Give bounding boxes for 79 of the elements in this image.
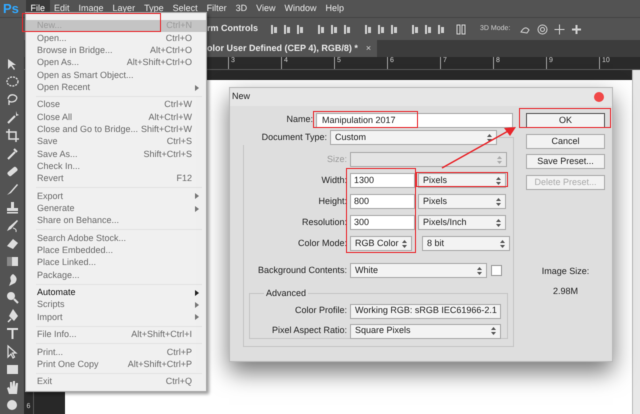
shortcut-label: Ctrl+S xyxy=(166,135,192,148)
field-label: Pixel Aspect Ratio: xyxy=(270,324,347,338)
menu-item[interactable]: Close Ctrl+W xyxy=(26,98,206,112)
menu-item[interactable]: Print... Ctrl+P xyxy=(26,346,206,359)
menu-item[interactable]: Import xyxy=(26,311,206,324)
input-field[interactable]: 1300 xyxy=(350,173,415,188)
field-label: Size: xyxy=(326,152,347,166)
dropdown[interactable]: Pixels xyxy=(418,194,506,209)
dialog-button[interactable]: Cancel xyxy=(526,134,605,148)
shortcut-label: Ctrl+O xyxy=(166,32,192,45)
shortcut-label: F12 xyxy=(176,172,192,186)
field-label: Width: xyxy=(320,174,347,187)
close-button[interactable]: × xyxy=(366,42,372,56)
dialog-title: New xyxy=(232,90,250,104)
shortcut-label: Alt+Shift+Ctrl+I xyxy=(131,328,192,342)
input-field[interactable]: 300 xyxy=(350,215,415,230)
shortcut-label: Alt+Shift+Ctrl+O xyxy=(126,56,192,70)
shortcut-label: Ctrl+W xyxy=(164,98,192,112)
input-field[interactable]: 800 xyxy=(350,194,415,209)
shortcut-label: Ctrl+P xyxy=(166,346,192,359)
shortcut-label: Shift+Ctrl+W xyxy=(140,122,192,136)
dropdown[interactable]: RGB Color xyxy=(350,236,412,251)
menu-item[interactable]: 3D xyxy=(231,0,252,17)
shortcut-label: Alt+Shift+Ctrl+P xyxy=(128,358,192,371)
menu-item[interactable]: Open Recent xyxy=(26,81,206,94)
menu-item[interactable]: Package... xyxy=(26,269,206,282)
shortcut-label: Shift+Ctrl+S xyxy=(143,148,192,161)
app-logo: Ps xyxy=(2,2,20,15)
options-label: rm Controls xyxy=(207,22,258,36)
menu-item[interactable]: Close All Alt+Ctrl+W xyxy=(26,111,206,124)
menu-item[interactable]: Save As... Shift+Ctrl+S xyxy=(26,148,206,160)
menu-item[interactable]: Filter xyxy=(202,0,232,17)
menu-item[interactable]: Check In... xyxy=(26,160,206,173)
field-label: Name: xyxy=(285,113,313,126)
dropdown[interactable]: Working RGB: sRGB IEC61966-2.1 xyxy=(350,304,501,318)
dropdown[interactable]: Square Pixels xyxy=(350,324,501,338)
menu-item[interactable]: Revert F12 xyxy=(26,172,206,186)
tab-title: olor User Defined (CEP 4), RGB/8) * xyxy=(207,42,358,55)
menu-item[interactable]: Generate xyxy=(26,202,206,215)
input-field[interactable]: Manipulation 2017 xyxy=(316,112,513,128)
document-tab[interactable]: olor User Defined (CEP 4), RGB/8) * × xyxy=(207,40,378,57)
menu-item[interactable]: Share on Behance... xyxy=(26,214,206,228)
menu-item[interactable]: Print One Copy Alt+Shift+Ctrl+P xyxy=(26,358,206,371)
field-label: Height: xyxy=(317,194,347,208)
dropdown[interactable]: Custom xyxy=(330,130,497,145)
menu-item[interactable]: Open... Ctrl+O xyxy=(26,32,206,45)
menu-item[interactable]: File Info... Alt+Shift+Ctrl+I xyxy=(26,328,206,342)
dropdown[interactable]: Pixels xyxy=(418,173,506,188)
shortcut-label: Ctrl+Q xyxy=(166,375,192,388)
menu-item[interactable]: Export xyxy=(26,190,206,203)
menu-item[interactable]: Save Ctrl+S xyxy=(26,136,206,148)
menu-item[interactable]: Place Linked... xyxy=(26,256,206,270)
field-label: Color Mode: xyxy=(296,236,347,250)
menu-item[interactable]: View xyxy=(252,0,280,17)
shortcut-label: Alt+Ctrl+O xyxy=(150,44,192,57)
dropdown[interactable]: 8 bit xyxy=(422,236,510,251)
field-label: Color Profile: xyxy=(294,304,347,318)
field-label: Resolution: xyxy=(300,216,347,229)
image-size-value: 2.98M xyxy=(552,284,578,298)
menu-item[interactable]: Close and Go to Bridge... Shift+Ctrl+W xyxy=(26,124,206,136)
field-label: Document Type: xyxy=(260,130,327,144)
menu-item[interactable]: Open As... Alt+Shift+Ctrl+O xyxy=(26,56,206,70)
dialog-button[interactable]: Save Preset... xyxy=(526,154,605,169)
image-size-label: Image Size: xyxy=(542,265,590,278)
dropdown[interactable]: White xyxy=(350,263,487,278)
shortcut-label: Alt+Ctrl+W xyxy=(148,110,192,124)
menu-item[interactable]: Exit Ctrl+Q xyxy=(26,376,206,388)
dropdown[interactable]: Pixels/Inch xyxy=(418,215,506,230)
menu-item[interactable]: Open as Smart Object... xyxy=(26,69,206,82)
menu-item[interactable]: Window xyxy=(280,0,321,17)
menu-item[interactable]: Search Adobe Stock... xyxy=(26,232,206,245)
field-label: Background Contents: xyxy=(256,264,347,277)
dialog-button[interactable]: OK xyxy=(526,113,605,128)
menu-item[interactable]: Help xyxy=(320,0,348,17)
menu-item[interactable]: Scripts xyxy=(26,298,206,312)
group-title: Advanced xyxy=(265,287,308,300)
menu-item[interactable]: Place Embedded... xyxy=(26,244,206,257)
menu-item[interactable]: Automate xyxy=(26,286,206,299)
menu-item[interactable]: Browse in Bridge... Alt+Ctrl+O xyxy=(26,44,206,57)
